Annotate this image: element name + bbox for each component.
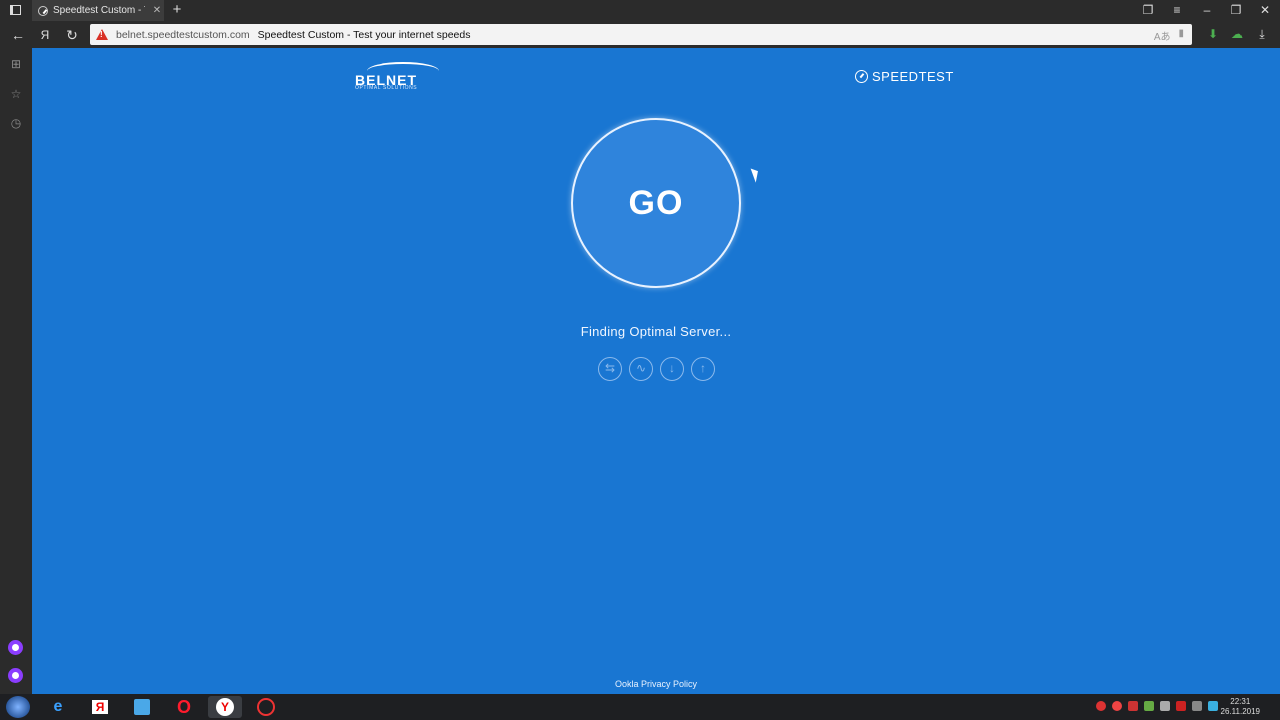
tray-icon-3[interactable] xyxy=(1128,701,1138,711)
tray-icon-4[interactable] xyxy=(1144,701,1154,711)
test-steps: ⇆ ∿ ↓ ↑ xyxy=(598,357,715,381)
star-icon[interactable]: ☆ xyxy=(7,85,25,103)
reload-icon[interactable]: ↻ xyxy=(62,25,82,45)
system-tray xyxy=(1096,701,1218,711)
close-window-icon[interactable]: ✕ xyxy=(1256,2,1274,18)
tab-bar: Speedtest Custom - Test ✕ + ❐ ≡ – ❐ ✕ xyxy=(0,0,1280,21)
back-icon[interactable]: ← xyxy=(8,25,28,45)
download-icon: ↓ xyxy=(660,357,684,381)
translate-icon[interactable]: Aあ xyxy=(1154,28,1171,43)
url-page-title: Speedtest Custom - Test your internet sp… xyxy=(257,28,471,41)
file-explorer-icon[interactable] xyxy=(130,696,154,718)
tab-speedtest[interactable]: Speedtest Custom - Test ✕ xyxy=(32,0,164,21)
yandex-home-icon[interactable]: Я xyxy=(35,25,55,45)
tab-title: Speedtest Custom - Test xyxy=(53,5,145,16)
download-extension-icon[interactable]: ⬇ xyxy=(1206,27,1220,41)
close-tab-icon[interactable]: ✕ xyxy=(150,5,164,16)
privacy-policy-link[interactable]: Ookla Privacy Policy xyxy=(32,679,1280,689)
belnet-logo[interactable]: BELNET OPTIMAL SOLUTIONS xyxy=(355,62,439,92)
tabs-panel-icon[interactable] xyxy=(10,5,21,15)
ping-icon: ⇆ xyxy=(598,357,622,381)
network-icon[interactable] xyxy=(1192,701,1202,711)
monitor-icon[interactable] xyxy=(1208,701,1218,711)
bookmarks-icon[interactable]: ❐ xyxy=(1139,2,1157,18)
clock-time: 22:31 xyxy=(1230,697,1251,706)
yandex-icon[interactable]: Я xyxy=(88,696,112,718)
gauge-icon xyxy=(855,70,868,83)
clock-date: 26.11.2019 xyxy=(1220,707,1260,716)
brand-label: SPEEDTEST xyxy=(872,69,954,84)
tray-icon-2[interactable] xyxy=(1112,701,1122,711)
vpn-extension-icon[interactable]: ☁ xyxy=(1230,27,1244,41)
downloads-icon[interactable]: ⤓ xyxy=(1255,27,1269,41)
apps-grid-icon[interactable]: ⊞ xyxy=(7,55,25,73)
minimize-icon[interactable]: – xyxy=(1198,2,1216,18)
warning-icon[interactable] xyxy=(96,29,108,40)
new-tab-icon[interactable]: + xyxy=(170,2,184,18)
url-actions: Aあ ▮ xyxy=(1154,28,1184,43)
history-clock-icon[interactable]: ◷ xyxy=(7,114,25,132)
menu-icon[interactable]: ≡ xyxy=(1168,2,1186,18)
app-red-icon[interactable] xyxy=(254,696,278,718)
speedtest-brand[interactable]: SPEEDTEST xyxy=(855,69,954,84)
url-domain: belnet.speedtestcustom.com xyxy=(116,28,250,41)
restore-icon[interactable]: ❐ xyxy=(1227,2,1245,18)
alice-voice-icon[interactable] xyxy=(8,668,23,683)
bookmark-icon[interactable]: ▮ xyxy=(1178,28,1184,43)
go-button[interactable]: GO xyxy=(571,118,741,288)
taskbar: e Я O Y 22:31 26.11.2019 xyxy=(0,694,1280,720)
jitter-icon: ∿ xyxy=(629,357,653,381)
alice-assistant-icon[interactable] xyxy=(8,640,23,655)
browser-sidebar: ⊞ ☆ ◷ xyxy=(0,48,32,694)
opera-icon[interactable]: O xyxy=(172,696,196,718)
yandex-browser-icon[interactable]: Y xyxy=(208,696,242,718)
tray-icon-5[interactable] xyxy=(1160,701,1170,711)
speedtest-page: BELNET OPTIMAL SOLUTIONS SPEEDTEST GO Fi… xyxy=(32,48,1280,694)
ie-icon[interactable]: e xyxy=(46,696,70,718)
tray-icon-1[interactable] xyxy=(1096,701,1106,711)
speedtest-favicon-icon xyxy=(38,5,48,16)
url-field[interactable]: belnet.speedtestcustom.com Speedtest Cus… xyxy=(90,24,1192,45)
start-button[interactable] xyxy=(6,696,30,718)
flag-icon[interactable] xyxy=(1176,701,1186,711)
upload-icon: ↑ xyxy=(691,357,715,381)
clock[interactable]: 22:31 26.11.2019 xyxy=(1221,697,1260,717)
logo-subtext: OPTIMAL SOLUTIONS xyxy=(355,85,418,91)
address-bar-row: ← Я ↻ belnet.speedtestcustom.com Speedte… xyxy=(0,21,1280,48)
status-text: Finding Optimal Server... xyxy=(580,324,732,339)
